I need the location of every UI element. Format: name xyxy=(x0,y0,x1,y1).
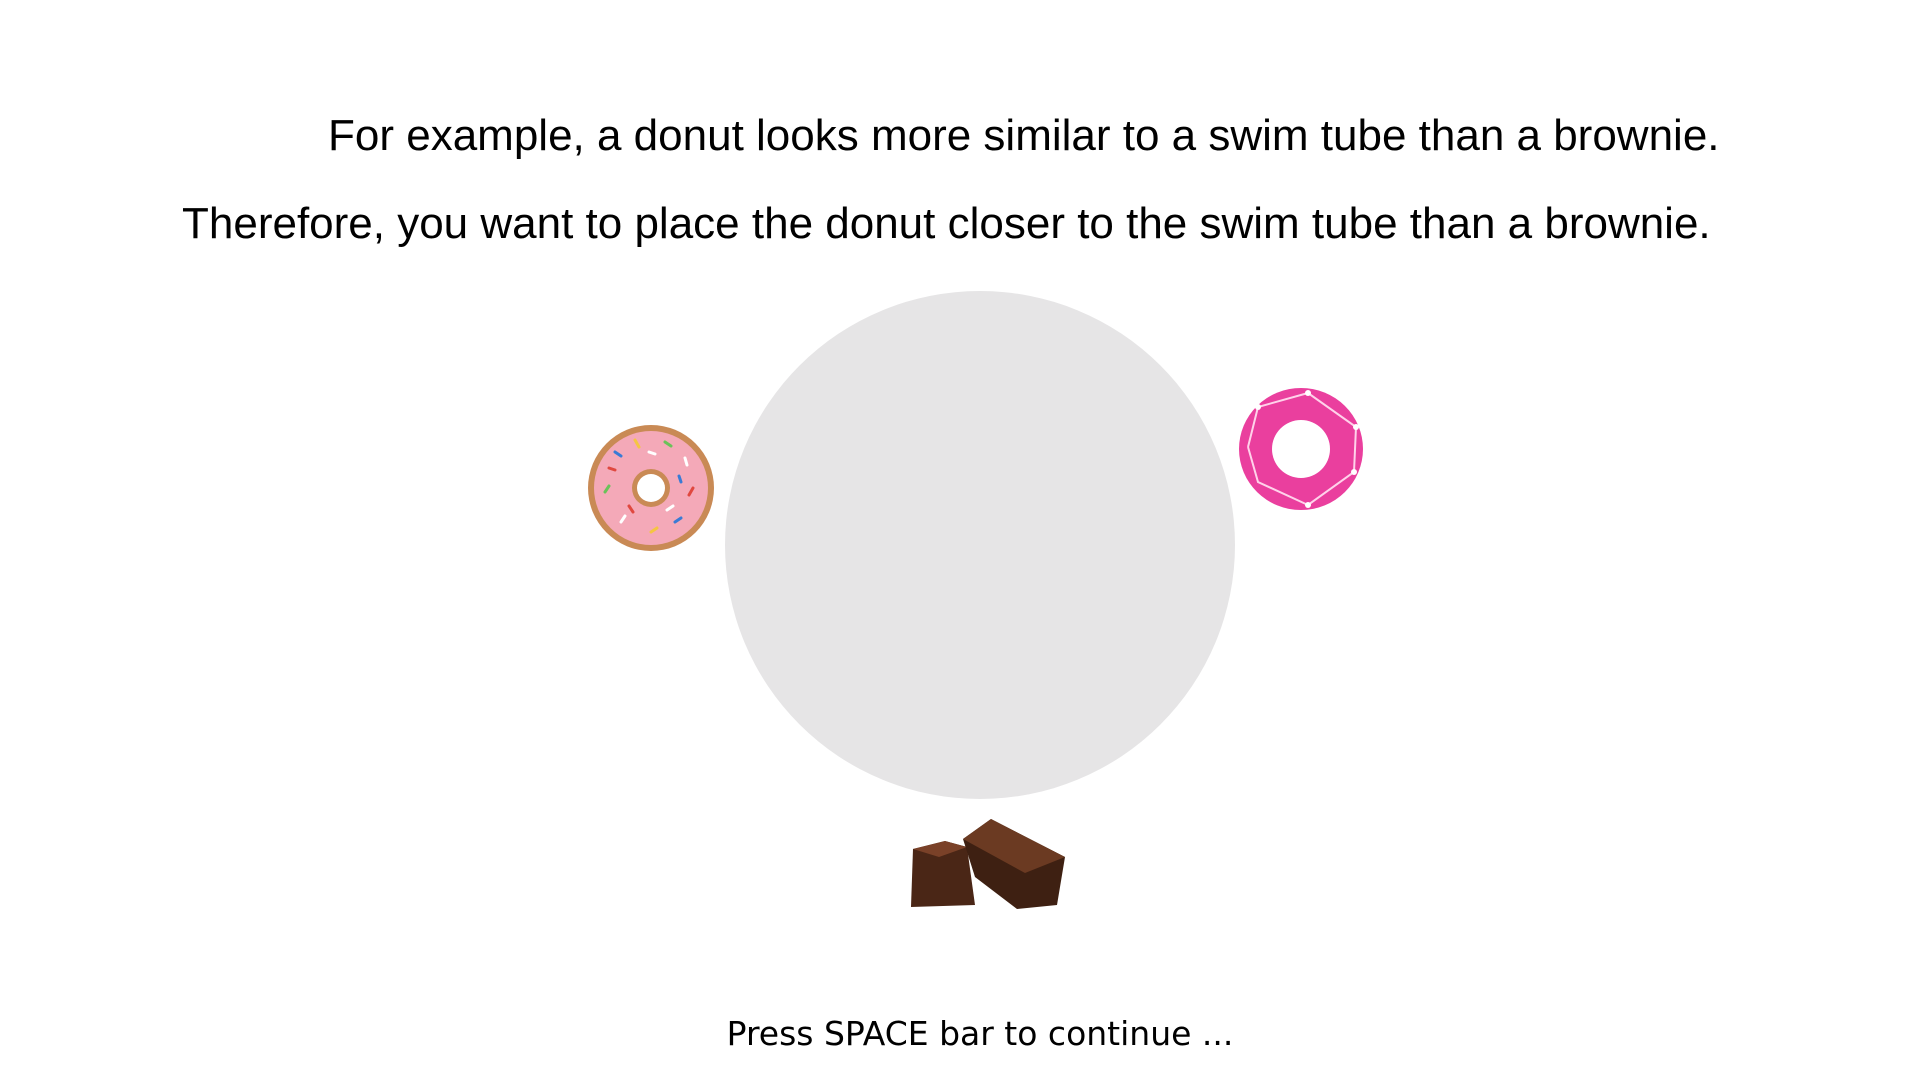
swim-tube-item[interactable] xyxy=(1238,387,1364,511)
brownie-item[interactable] xyxy=(905,817,1071,913)
arrangement-circle[interactable] xyxy=(725,291,1235,799)
instruction-text: For example, a donut looks more similar … xyxy=(182,111,1720,248)
continue-prompt: Press SPACE bar to continue ... xyxy=(726,1014,1234,1053)
donut-icon xyxy=(588,425,714,551)
brownie-icon xyxy=(911,819,1065,909)
donut-item[interactable] xyxy=(585,422,717,554)
swim-ring-icon xyxy=(1239,388,1363,510)
